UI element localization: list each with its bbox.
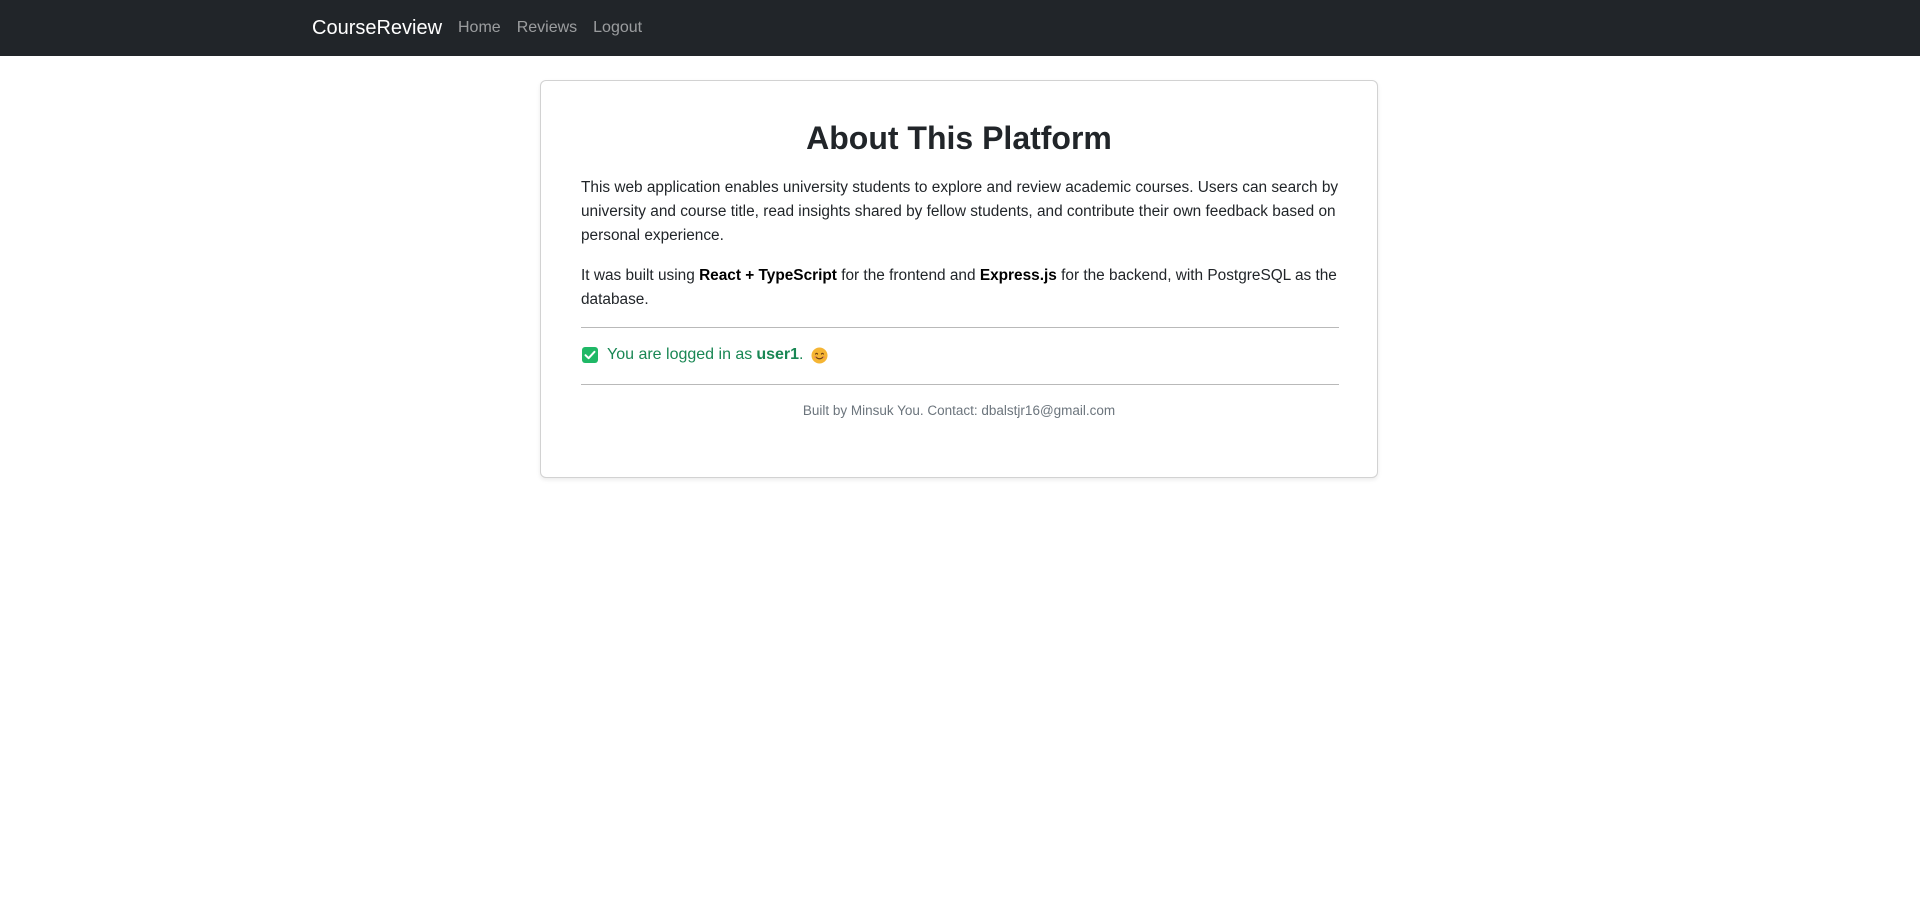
frontend-tech: React + TypeScript	[699, 267, 837, 284]
tech-stack-paragraph: It was built using React + TypeScript fo…	[581, 264, 1341, 312]
divider-bottom	[581, 384, 1339, 385]
login-status: You are logged in as user1 .	[581, 343, 828, 367]
top-navbar: CourseReview Home Reviews Logout	[0, 0, 1920, 56]
page-title: About This Platform	[806, 120, 1112, 156]
description-paragraph: This web application enables university …	[581, 179, 1339, 244]
smiling-face-icon	[811, 347, 828, 364]
nav-links: Home Reviews Logout	[458, 0, 642, 56]
brand-link[interactable]: CourseReview	[312, 0, 442, 56]
tech-middle: for the frontend and	[836, 267, 980, 284]
backend-tech: Express.js	[979, 267, 1057, 284]
divider-top	[581, 327, 1339, 328]
nav-logout-link[interactable]: Logout	[593, 19, 642, 37]
check-square-icon	[581, 346, 599, 364]
tech-prefix: It was built using	[581, 267, 700, 284]
about-card: About This Platform This web application…	[540, 80, 1378, 478]
login-prefix: You are logged in as	[607, 346, 753, 363]
nav-home-link[interactable]: Home	[458, 19, 501, 37]
username: user1	[756, 346, 800, 363]
contact-footer: Built by Minsuk You. Contact: dbalstjr16…	[802, 403, 1116, 418]
nav-reviews-link[interactable]: Reviews	[517, 19, 577, 37]
login-suffix: .	[799, 346, 804, 363]
